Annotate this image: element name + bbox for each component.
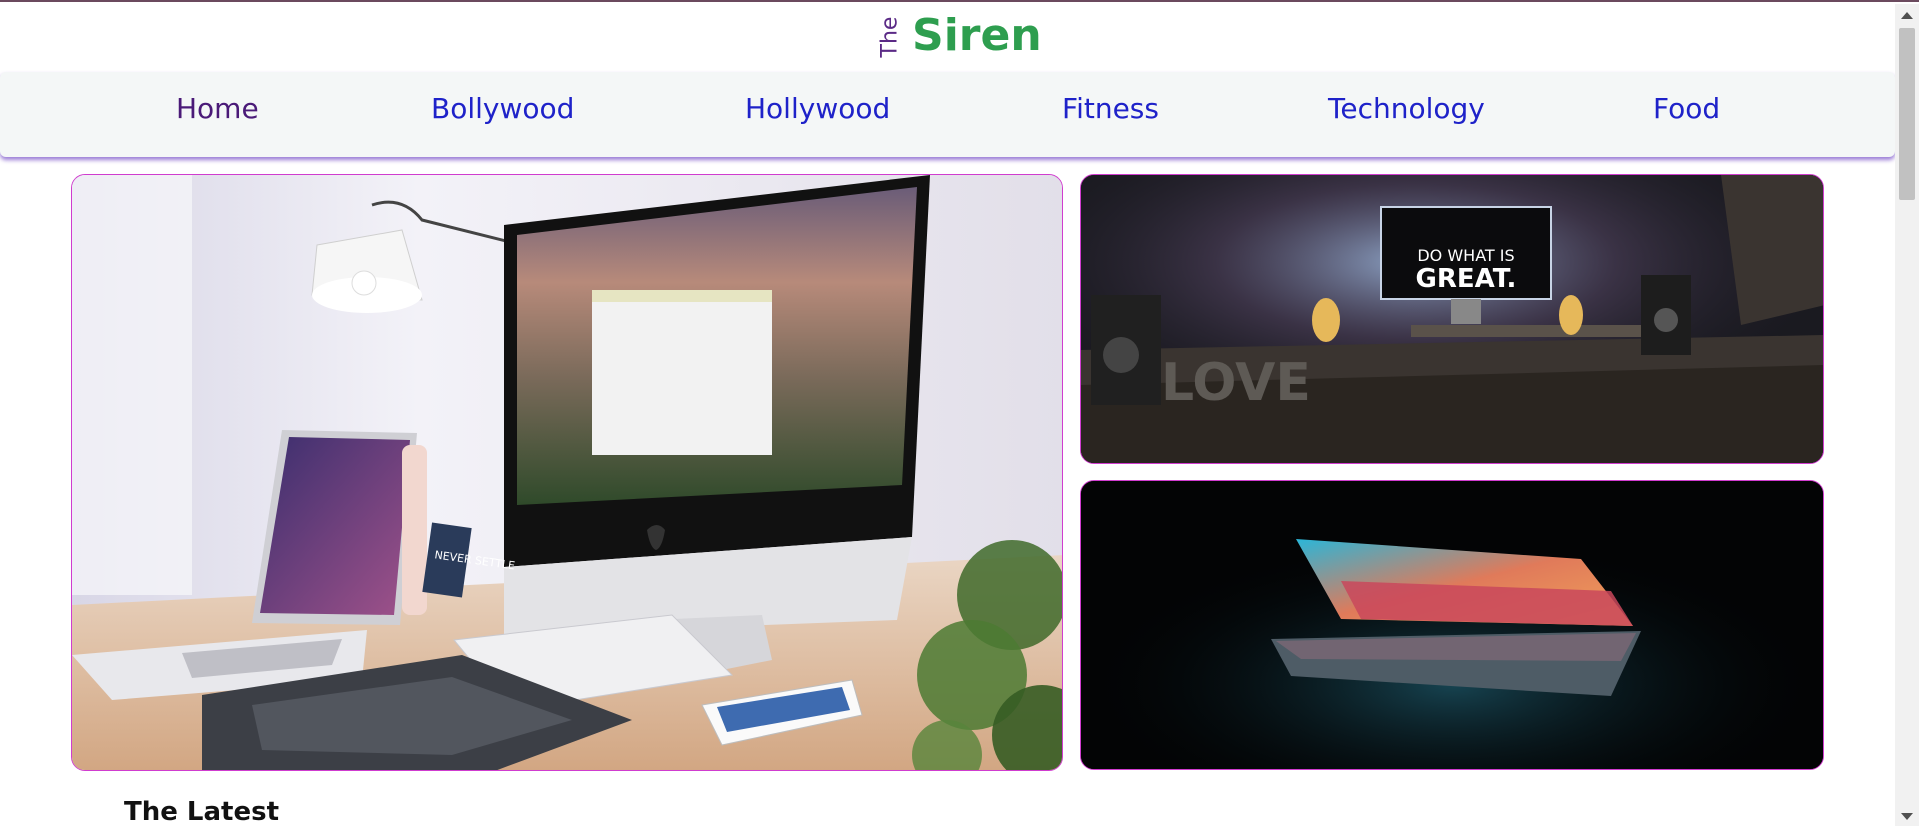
scroll-up-arrow-icon[interactable] <box>1901 12 1913 19</box>
desk-imac-laptop-photo: NEVER SETTLE <box>72 175 1062 770</box>
do-what-is-great-monitor-photo: DO WHAT IS GREAT. LOVE <box>1081 175 1823 463</box>
site-logo[interactable]: The Siren <box>874 2 1054 70</box>
desk-love-text: LOVE <box>1161 353 1311 413</box>
nav-home[interactable]: Home <box>176 92 259 125</box>
scroll-down-arrow-icon[interactable] <box>1901 813 1913 820</box>
nav-bollywood[interactable]: Bollywood <box>431 92 574 125</box>
vertical-scrollbar[interactable] <box>1895 4 1919 826</box>
monitor-text-line1: DO WHAT IS <box>1417 246 1514 265</box>
nav-hollywood[interactable]: Hollywood <box>745 92 890 125</box>
nav-technology[interactable]: Technology <box>1328 92 1485 125</box>
hero-bottom-right-card[interactable] <box>1080 480 1824 770</box>
scroll-thumb[interactable] <box>1899 28 1915 200</box>
logo-siren: Siren <box>912 10 1042 61</box>
latest-section-title: The Latest <box>124 797 280 826</box>
nav-fitness[interactable]: Fitness <box>1062 92 1159 125</box>
monitor-text-line2: GREAT. <box>1416 264 1517 294</box>
nav-food[interactable]: Food <box>1653 92 1720 125</box>
page: The Siren Home Bollywood Hollywood Fitne… <box>0 0 1919 826</box>
logo-the: The <box>877 16 903 58</box>
logo-the-wrap: The <box>874 14 906 60</box>
hero-top-right-card[interactable]: DO WHAT IS GREAT. LOVE <box>1080 174 1824 464</box>
glowing-laptop-photo <box>1081 481 1823 769</box>
main-nav: Home Bollywood Hollywood Fitness Technol… <box>0 72 1895 157</box>
hero-main-card[interactable]: NEVER SETTLE <box>71 174 1063 771</box>
